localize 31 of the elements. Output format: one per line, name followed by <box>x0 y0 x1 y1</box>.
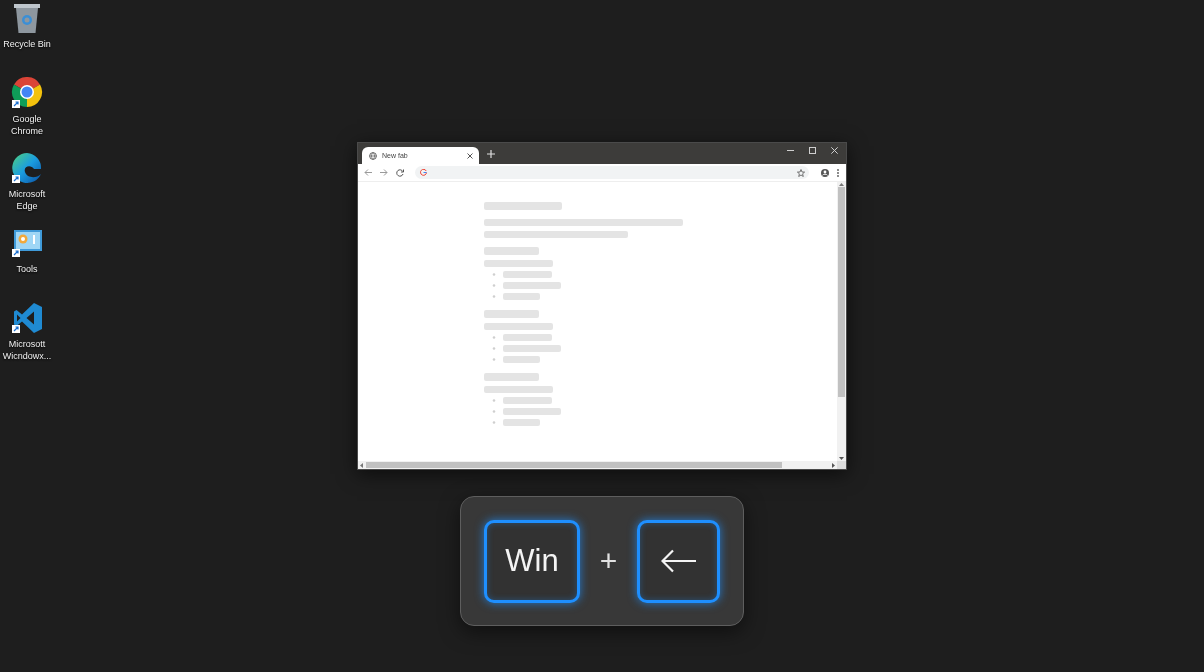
horizontal-scrollbar[interactable] <box>358 461 837 469</box>
plus-icon[interactable] <box>487 149 495 158</box>
plus-sign: + <box>598 546 619 576</box>
scrollbar-corner <box>837 461 846 469</box>
recycle-bin-icon <box>13 3 41 33</box>
scroll-left-icon[interactable] <box>360 462 363 468</box>
desktop-shortcut[interactable]: Recycle Bin <box>0 2 54 50</box>
star-icon[interactable] <box>797 168 805 177</box>
profile-icon[interactable] <box>821 168 829 177</box>
close-icon[interactable] <box>467 152 473 159</box>
chrome-logo-icon <box>11 77 43 109</box>
globe-icon <box>369 151 377 160</box>
desktop-shortcut[interactable]: Microsott Wicndowx... <box>0 302 54 362</box>
desktop-shortcut[interactable]: Microsoft Edge <box>0 152 54 212</box>
scroll-right-icon[interactable] <box>832 462 835 468</box>
desktop-shortcut[interactable]: Google Chrome <box>0 77 54 137</box>
maximize-icon[interactable] <box>809 146 816 154</box>
search-engine-icon <box>420 169 427 176</box>
scrollbar-thumb[interactable] <box>838 187 845 397</box>
reload-icon[interactable] <box>396 168 404 177</box>
back-arrow-icon[interactable] <box>364 169 372 176</box>
vertical-scrollbar[interactable] <box>837 182 846 461</box>
minimize-icon[interactable] <box>787 149 794 151</box>
code-editor-icon <box>11 302 43 334</box>
scrollbar-thumb[interactable] <box>366 462 782 468</box>
left-arrow-icon <box>660 549 697 573</box>
control-panel-icon <box>11 228 43 258</box>
desktop-shortcut[interactable]: Tools <box>0 227 54 275</box>
keyboard-key: Win <box>484 519 580 603</box>
edge-logo-icon <box>11 152 43 184</box>
forward-arrow-icon[interactable] <box>380 169 388 176</box>
